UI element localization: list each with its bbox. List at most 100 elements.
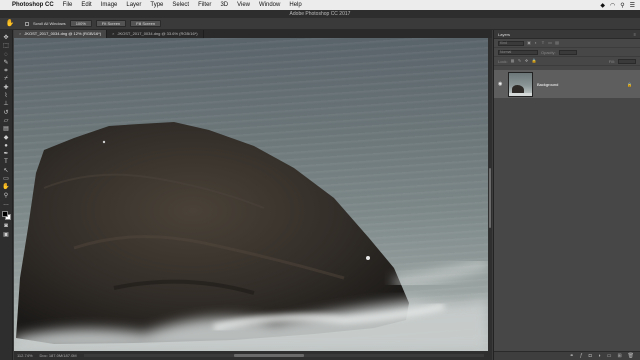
- type-tool-icon[interactable]: T: [1, 158, 12, 166]
- menu-type[interactable]: Type: [150, 2, 163, 8]
- dropbox-icon[interactable]: ◆: [600, 2, 605, 9]
- panel-menu-icon[interactable]: ≡: [634, 30, 640, 38]
- menu-list-icon[interactable]: ☰: [630, 2, 635, 9]
- eyedropper-tool-icon[interactable]: ⌿: [1, 75, 12, 83]
- menu-view[interactable]: View: [237, 2, 250, 8]
- doc-size[interactable]: Doc: 187.0M/187.0M: [40, 353, 77, 358]
- filter-shape-icon[interactable]: ▭: [548, 41, 552, 45]
- status-bar: 112.74% Doc: 187.0M/187.0M: [14, 351, 492, 360]
- blur-tool-icon[interactable]: ◆: [1, 134, 12, 142]
- new-group-icon[interactable]: ▭: [607, 353, 612, 359]
- vertical-scrollbar[interactable]: [488, 38, 492, 351]
- lock-position-icon[interactable]: ✥: [525, 59, 529, 63]
- menu-bar: Photoshop CC File Edit Image Layer Type …: [0, 0, 640, 10]
- fill-screen-button[interactable]: Fill Screen: [130, 20, 162, 27]
- crop-tool-icon[interactable]: ⌗: [1, 67, 12, 75]
- move-tool-icon[interactable]: ✥: [1, 34, 12, 42]
- menu-select[interactable]: Select: [172, 2, 189, 8]
- filter-pixel-icon[interactable]: ▣: [527, 41, 531, 45]
- hand-tool-icon[interactable]: ✋: [1, 183, 12, 191]
- fill-label: Fill:: [608, 58, 615, 64]
- menu-3d[interactable]: 3D: [220, 2, 228, 8]
- photo-rock-in-sea: [14, 122, 488, 351]
- more-tools-icon[interactable]: …: [1, 200, 12, 208]
- tools-panel: ✥ ⬚ ◌ ✎ ⌗ ⌿ ✚ ⌇ ⊥ ↺ ▱ ▤ ◆ ● ✒ T ↖ ▭ ✋ ⚲ …: [0, 30, 13, 360]
- horizontal-scrollbar[interactable]: [84, 354, 484, 357]
- screen-mode-icon[interactable]: ▣: [1, 231, 12, 239]
- adjustment-layer-icon[interactable]: ◑: [598, 353, 601, 359]
- zoom-100-button[interactable]: 100%: [69, 20, 92, 27]
- visibility-eye-icon[interactable]: ◉: [498, 81, 504, 87]
- layer-name[interactable]: Background: [537, 82, 558, 87]
- filter-kind-select[interactable]: Kind: [498, 40, 524, 46]
- lock-label: Lock:: [498, 58, 508, 64]
- opacity-field[interactable]: [558, 49, 577, 55]
- scroll-all-windows-label: Scroll All Windows: [33, 21, 66, 26]
- color-swatches[interactable]: [1, 210, 12, 222]
- brush-tool-icon[interactable]: ⌇: [1, 92, 12, 100]
- filter-adjustment-icon[interactable]: ◐: [534, 41, 538, 45]
- window-title: Adobe Photoshop CC 2017: [0, 10, 640, 18]
- quick-mask-icon[interactable]: ◙: [1, 222, 12, 230]
- vertical-scroll-thumb[interactable]: [489, 168, 491, 228]
- wifi-icon[interactable]: ◠: [610, 2, 615, 9]
- document-tabs: × JKOST_2017_0034.dng @ 12% (RGB/16*) × …: [14, 30, 492, 38]
- zoom-tool-icon[interactable]: ⚲: [1, 192, 12, 200]
- add-mask-icon[interactable]: ◘: [589, 353, 592, 359]
- lock-row: Lock: ▦ ✎ ✥ 🔒 Fill:: [494, 57, 640, 66]
- quick-select-tool-icon[interactable]: ✎: [1, 59, 12, 67]
- fit-screen-button[interactable]: Fit Screen: [95, 20, 127, 27]
- horizontal-scroll-thumb[interactable]: [234, 354, 304, 357]
- blend-mode-select[interactable]: Normal: [498, 49, 538, 55]
- close-tab-icon[interactable]: ×: [19, 30, 21, 38]
- layer-style-icon[interactable]: ƒ: [580, 353, 583, 359]
- gradient-tool-icon[interactable]: ▤: [1, 125, 12, 133]
- opacity-label: Opacity:: [541, 49, 556, 55]
- path-selection-tool-icon[interactable]: ↖: [1, 167, 12, 175]
- delete-layer-icon[interactable]: 🗑: [628, 353, 634, 359]
- pen-tool-icon[interactable]: ✒: [1, 150, 12, 158]
- eraser-tool-icon[interactable]: ▱: [1, 117, 12, 125]
- new-layer-icon[interactable]: ⊞: [617, 353, 621, 359]
- tab-document-1[interactable]: × JKOST_2017_0034.dng @ 12% (RGB/16*): [14, 30, 108, 38]
- layers-panel-footer: ⚭ ƒ ◘ ◑ ▭ ⊞ 🗑: [494, 351, 640, 360]
- lock-paint-icon[interactable]: ✎: [518, 59, 522, 63]
- dodge-tool-icon[interactable]: ●: [1, 142, 12, 150]
- layer-thumbnail[interactable]: [508, 71, 533, 97]
- filter-smart-object-icon[interactable]: ▤: [555, 41, 559, 45]
- menu-help[interactable]: Help: [289, 2, 301, 8]
- layer-row-background[interactable]: ◉ Background 🔒: [494, 70, 640, 98]
- layers-panel-title[interactable]: Layers: [498, 30, 510, 38]
- marquee-tool-icon[interactable]: ⬚: [1, 42, 12, 50]
- history-brush-tool-icon[interactable]: ↺: [1, 109, 12, 117]
- menu-edit[interactable]: Edit: [81, 2, 91, 8]
- hand-tool-icon[interactable]: ✋: [5, 20, 15, 28]
- tab-label: JKOST_2017_0034.dng @ 12% (RGB/16*): [24, 31, 102, 36]
- scroll-all-windows-checkbox[interactable]: [25, 21, 29, 26]
- menu-file[interactable]: File: [63, 2, 73, 8]
- spotlight-icon[interactable]: ⚲: [620, 2, 624, 9]
- document-canvas[interactable]: [14, 38, 488, 351]
- layers-panel: Layers ≡ Kind ▣ ◐ T ▭ ▤ Normal Opacity: …: [493, 30, 640, 360]
- link-layers-icon[interactable]: ⚭: [570, 353, 574, 359]
- tab-document-2[interactable]: × JKOST_2017_0034.dng @ 33.6% (RGB/16*): [107, 30, 204, 38]
- menu-image[interactable]: Image: [101, 2, 118, 8]
- lock-all-icon[interactable]: 🔒: [532, 59, 537, 63]
- lasso-tool-icon[interactable]: ◌: [1, 51, 12, 59]
- layer-filter-row: Kind ▣ ◐ T ▭ ▤: [494, 39, 640, 48]
- zoom-level[interactable]: 112.74%: [17, 353, 33, 358]
- menu-layer[interactable]: Layer: [126, 2, 141, 8]
- menu-photoshop[interactable]: Photoshop CC: [12, 2, 54, 8]
- close-tab-icon[interactable]: ×: [112, 30, 114, 38]
- filter-type-icon[interactable]: T: [541, 41, 545, 45]
- menu-window[interactable]: Window: [259, 2, 280, 8]
- lock-pixels-icon[interactable]: ▦: [511, 59, 515, 63]
- fill-field[interactable]: [618, 58, 636, 64]
- foreground-color-swatch[interactable]: [1, 211, 8, 218]
- thumbnail-foam: [509, 92, 532, 96]
- clone-stamp-tool-icon[interactable]: ⊥: [1, 100, 12, 108]
- shape-tool-icon[interactable]: ▭: [1, 175, 12, 183]
- blend-row: Normal Opacity:: [494, 48, 640, 57]
- menu-filter[interactable]: Filter: [198, 2, 211, 8]
- healing-brush-tool-icon[interactable]: ✚: [1, 84, 12, 92]
